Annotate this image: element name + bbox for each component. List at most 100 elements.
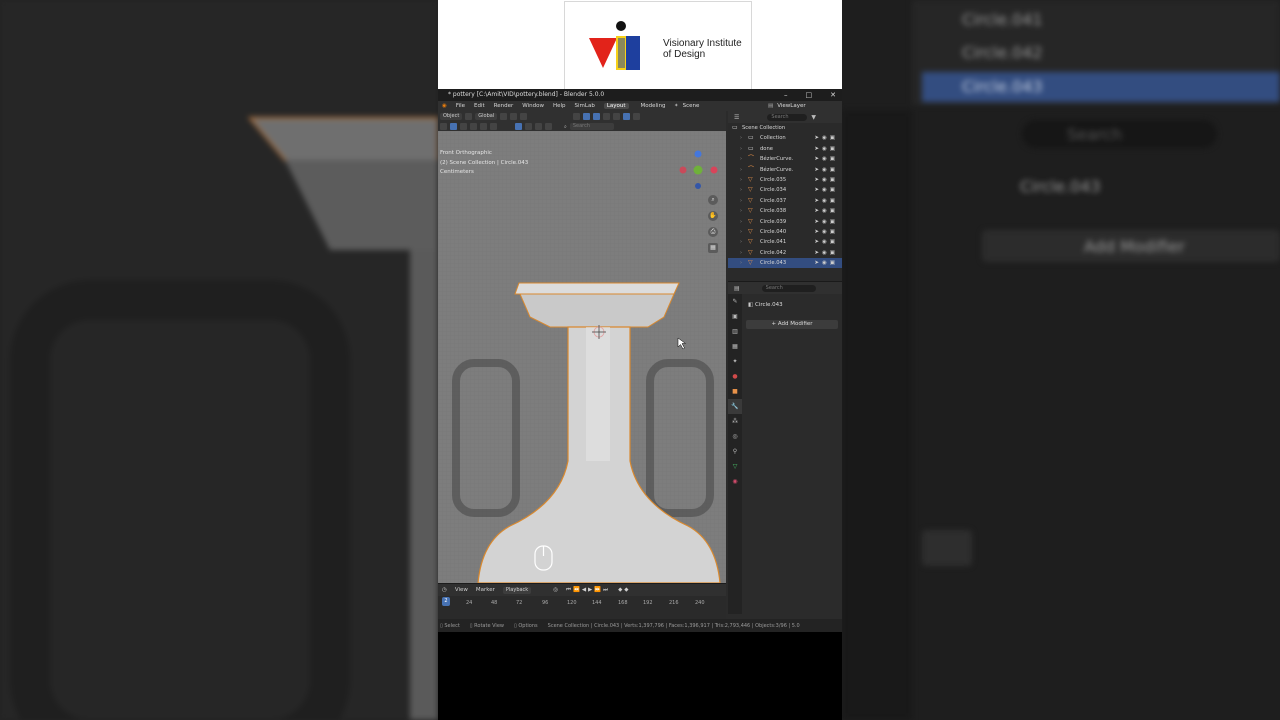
visibility-toggles-icon[interactable]: ➤◉▣ (814, 144, 838, 154)
timeline-menu-view[interactable]: View (455, 587, 468, 593)
viewport-search-input[interactable]: Search (569, 123, 614, 130)
outliner-item[interactable]: › ▽ Circle.041 ➤◉▣ (728, 237, 842, 247)
outliner-item[interactable]: › ▽ Circle.035 ➤◉▣ (728, 175, 842, 185)
visibility-toggles-icon[interactable]: ➤◉▣ (814, 175, 838, 185)
outliner-item[interactable]: › ▽ Circle.039 ➤◉▣ (728, 217, 842, 227)
playback-controls[interactable]: ⏮⏪◀▶⏩⏭ (566, 587, 610, 594)
expand-arrow-icon[interactable]: › (740, 175, 742, 185)
visibility-toggles-icon[interactable]: ➤◉▣ (814, 227, 838, 237)
visibility-toggles-icon[interactable]: ➤◉▣ (814, 248, 838, 258)
output-tab-icon[interactable]: ▥ (728, 324, 742, 339)
editor-type-icon[interactable]: ◷ (442, 587, 447, 593)
data-tab-icon[interactable]: ▽ (728, 459, 742, 474)
shading-material-icon[interactable] (623, 113, 631, 120)
outliner-item[interactable]: › ▽ Circle.040 ➤◉▣ (728, 227, 842, 237)
tab-layout[interactable]: Layout (603, 103, 629, 109)
object-tab-icon[interactable]: ■ (728, 384, 742, 399)
rotate-tool-icon[interactable] (535, 123, 542, 130)
timeline-menu-marker[interactable]: Marker (476, 587, 495, 593)
expand-arrow-icon[interactable]: › (740, 227, 742, 237)
outliner-item[interactable]: › ▭ done ➤◉▣ (728, 144, 842, 154)
timeline-ruler[interactable]: 24 48 72 96 120 144 168 192 216 240 (438, 598, 726, 608)
overlay-icon[interactable] (593, 113, 601, 120)
snap-icon[interactable] (510, 113, 518, 120)
outliner-item[interactable]: › ▽ Circle.038 ➤◉▣ (728, 206, 842, 216)
zoom-icon[interactable]: ⌕ (708, 195, 718, 205)
filter-icon[interactable]: ▼ (811, 114, 816, 121)
tool-tab-icon[interactable]: ✎ (728, 294, 742, 309)
minimize-button[interactable]: – (784, 89, 788, 101)
view-layer-selector[interactable]: ▤ ViewLayer (768, 101, 806, 111)
outliner-editor-icon[interactable]: ☰ (734, 114, 739, 121)
render-tab-icon[interactable]: ▣ (728, 309, 742, 324)
view-menu-icon[interactable] (465, 113, 473, 120)
3d-viewport[interactable]: Front Orthographic (2) Scene Collection … (438, 131, 726, 583)
outliner-item[interactable]: › ⌒ BézierCurve. ➤◉▣ (728, 154, 842, 164)
outliner-root[interactable]: ▭ Scene Collection (728, 123, 842, 133)
pan-hand-icon[interactable]: ✋ (708, 211, 718, 221)
expand-arrow-icon[interactable]: › (740, 165, 742, 175)
outliner-item[interactable]: › ▽ Circle.042 ➤◉▣ (728, 248, 842, 258)
expand-arrow-icon[interactable]: › (740, 248, 742, 258)
scale-tool-icon[interactable] (545, 123, 552, 130)
select-intersect-icon[interactable] (490, 123, 497, 130)
outliner-item[interactable]: › ▽ Circle.034 ➤◉▣ (728, 185, 842, 195)
pivot-icon[interactable] (500, 113, 508, 120)
visibility-toggles-icon[interactable]: ➤◉▣ (814, 154, 838, 164)
menu-file[interactable]: File (456, 103, 465, 109)
visibility-toggles-icon[interactable]: ➤◉▣ (814, 237, 838, 247)
select-tool-icon[interactable] (440, 123, 447, 130)
visibility-toggles-icon[interactable]: ➤◉▣ (814, 217, 838, 227)
expand-arrow-icon[interactable]: › (740, 217, 742, 227)
blender-logo-icon[interactable]: ◉ (442, 103, 447, 109)
select-invert-icon[interactable] (480, 123, 487, 130)
outliner-item[interactable]: › ⌒ BézierCurve. ➤◉▣ (728, 165, 842, 175)
outliner-item[interactable]: › ▽ Circle.043 ➤◉▣ (728, 258, 842, 269)
record-icon[interactable]: ◎ (553, 587, 558, 593)
visibility-toggles-icon[interactable]: ➤◉▣ (814, 258, 838, 268)
particles-tab-icon[interactable]: ⁂ (728, 414, 742, 429)
scene-tab-icon[interactable]: ✦ (728, 354, 742, 369)
menu-edit[interactable]: Edit (474, 103, 485, 109)
properties-editor-icon[interactable]: ▤ (734, 285, 740, 292)
expand-arrow-icon[interactable]: › (740, 237, 742, 247)
expand-arrow-icon[interactable]: › (740, 133, 742, 143)
maximize-button[interactable]: □ (806, 89, 813, 101)
menu-simlab[interactable]: SimLab (575, 103, 595, 109)
world-tab-icon[interactable]: ● (728, 369, 742, 384)
navigation-gizmo[interactable] (678, 149, 718, 195)
ortho-toggle-icon[interactable]: ▦ (708, 243, 718, 253)
timeline-menu-playback[interactable]: Playback (502, 586, 532, 594)
expand-arrow-icon[interactable]: › (740, 196, 742, 206)
modifier-tab-icon[interactable]: 🔧 (728, 399, 742, 414)
shading-render-icon[interactable] (633, 113, 641, 120)
scene-selector[interactable]: ✦ Scene (674, 101, 699, 111)
material-tab-icon[interactable]: ◉ (728, 474, 742, 489)
visibility-toggles-icon[interactable]: ➤◉▣ (814, 185, 838, 195)
visibility-toggles-icon[interactable]: ➤◉▣ (814, 165, 838, 175)
move-tool-icon[interactable] (525, 123, 532, 130)
outliner-item[interactable]: › ▽ Circle.037 ➤◉▣ (728, 196, 842, 206)
xray-icon[interactable] (603, 113, 611, 120)
physics-tab-icon[interactable]: ◎ (728, 429, 742, 444)
cursor-tool-icon[interactable] (515, 123, 522, 130)
constraints-tab-icon[interactable]: ⚲ (728, 444, 742, 459)
menu-help[interactable]: Help (553, 103, 566, 109)
expand-arrow-icon[interactable]: › (740, 144, 742, 154)
visibility-toggles-icon[interactable]: ➤◉▣ (814, 206, 838, 216)
properties-search-input[interactable]: Search (761, 284, 816, 292)
proportional-icon[interactable] (520, 113, 528, 120)
keyframe-nav-icons[interactable]: ◆◆ (618, 587, 630, 593)
menu-window[interactable]: Window (522, 103, 544, 109)
outliner-item[interactable]: › ▭ Collection ➤◉▣ (728, 133, 842, 143)
outliner-search-input[interactable]: Search (767, 113, 808, 121)
menu-render[interactable]: Render (494, 103, 514, 109)
visibility-toggles-icon[interactable]: ➤◉▣ (814, 196, 838, 206)
object-mode-dropdown[interactable]: Object (440, 113, 463, 120)
visibility-icon[interactable] (573, 113, 581, 120)
select-subtract-icon[interactable] (470, 123, 477, 130)
view-layer-tab-icon[interactable]: ▦ (728, 339, 742, 354)
select-extend-icon[interactable] (460, 123, 467, 130)
gizmo-icon[interactable] (583, 113, 591, 120)
expand-arrow-icon[interactable]: › (740, 154, 742, 164)
